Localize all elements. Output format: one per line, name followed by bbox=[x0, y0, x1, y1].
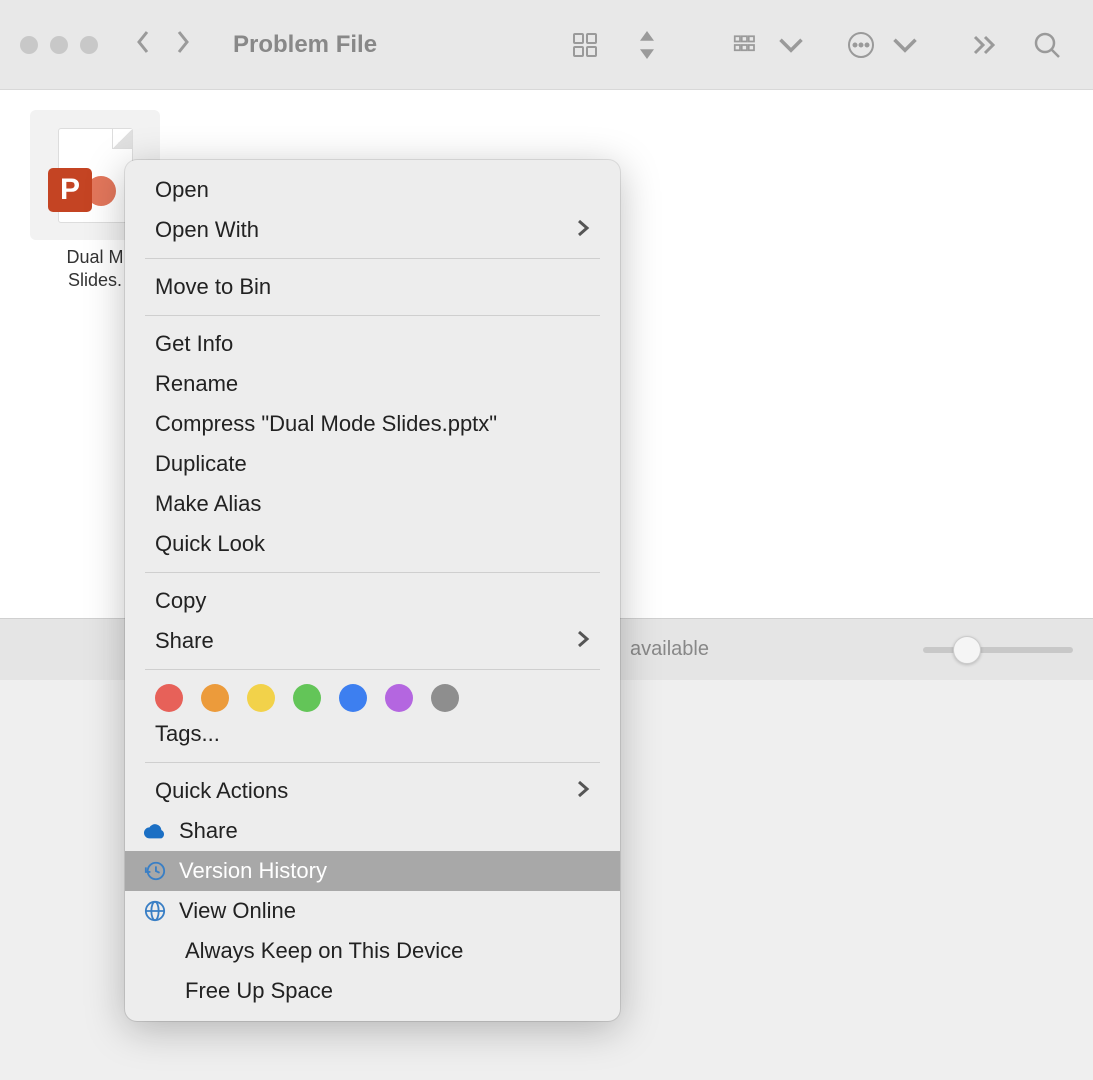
chevron-right-icon bbox=[576, 628, 590, 654]
menu-view-online[interactable]: View Online bbox=[125, 891, 620, 931]
menu-make-alias[interactable]: Make Alias bbox=[125, 484, 620, 524]
tag-purple[interactable] bbox=[385, 684, 413, 712]
tag-gray[interactable] bbox=[431, 684, 459, 712]
menu-rename[interactable]: Rename bbox=[125, 364, 620, 404]
menu-free-up-space[interactable]: Free Up Space bbox=[125, 971, 620, 1011]
menu-copy[interactable]: Copy bbox=[125, 581, 620, 621]
back-button[interactable] bbox=[133, 28, 153, 61]
tag-red[interactable] bbox=[155, 684, 183, 712]
menu-open-with[interactable]: Open With bbox=[125, 210, 620, 250]
menu-quick-actions[interactable]: Quick Actions bbox=[125, 771, 620, 811]
view-sort-updown-icon[interactable] bbox=[633, 31, 661, 59]
close-window-button[interactable] bbox=[20, 36, 38, 54]
menu-divider bbox=[145, 669, 600, 670]
view-icons-button[interactable] bbox=[571, 31, 599, 59]
context-menu: Open Open With Move to Bin Get Info Rena… bbox=[125, 160, 620, 1021]
history-icon bbox=[143, 859, 167, 883]
status-text: available bbox=[630, 638, 709, 661]
menu-quick-look[interactable]: Quick Look bbox=[125, 524, 620, 564]
icon-size-slider[interactable] bbox=[923, 647, 1073, 653]
menu-get-info[interactable]: Get Info bbox=[125, 324, 620, 364]
more-actions-button[interactable] bbox=[847, 31, 875, 59]
cloud-icon bbox=[143, 819, 167, 843]
menu-open[interactable]: Open bbox=[125, 170, 620, 210]
overflow-button[interactable] bbox=[971, 31, 999, 59]
menu-version-history[interactable]: Version History bbox=[125, 851, 620, 891]
menu-onedrive-share[interactable]: Share bbox=[125, 811, 620, 851]
minimize-window-button[interactable] bbox=[50, 36, 68, 54]
group-by-button[interactable] bbox=[733, 31, 761, 59]
slider-thumb[interactable] bbox=[953, 636, 981, 664]
globe-icon bbox=[143, 899, 167, 923]
window-title: Problem File bbox=[233, 31, 377, 59]
chevron-right-icon bbox=[576, 217, 590, 243]
powerpoint-badge-icon: P bbox=[48, 168, 92, 212]
menu-divider bbox=[145, 572, 600, 573]
maximize-window-button[interactable] bbox=[80, 36, 98, 54]
tag-yellow[interactable] bbox=[247, 684, 275, 712]
menu-divider bbox=[145, 315, 600, 316]
tag-blue[interactable] bbox=[339, 684, 367, 712]
chevron-down-icon[interactable] bbox=[891, 31, 919, 59]
traffic-lights bbox=[20, 36, 98, 54]
window-toolbar: Problem File bbox=[0, 0, 1093, 90]
menu-duplicate[interactable]: Duplicate bbox=[125, 444, 620, 484]
menu-share[interactable]: Share bbox=[125, 621, 620, 661]
tag-orange[interactable] bbox=[201, 684, 229, 712]
forward-button[interactable] bbox=[173, 28, 193, 61]
menu-always-keep[interactable]: Always Keep on This Device bbox=[125, 931, 620, 971]
nav-arrows bbox=[133, 28, 193, 61]
tag-color-row bbox=[125, 678, 620, 714]
tag-green[interactable] bbox=[293, 684, 321, 712]
menu-move-to-bin[interactable]: Move to Bin bbox=[125, 267, 620, 307]
menu-compress[interactable]: Compress "Dual Mode Slides.pptx" bbox=[125, 404, 620, 444]
chevron-down-icon[interactable] bbox=[777, 31, 805, 59]
search-button[interactable] bbox=[1033, 31, 1061, 59]
chevron-right-icon bbox=[576, 778, 590, 804]
menu-tags[interactable]: Tags... bbox=[125, 714, 620, 754]
menu-divider bbox=[145, 762, 600, 763]
menu-divider bbox=[145, 258, 600, 259]
